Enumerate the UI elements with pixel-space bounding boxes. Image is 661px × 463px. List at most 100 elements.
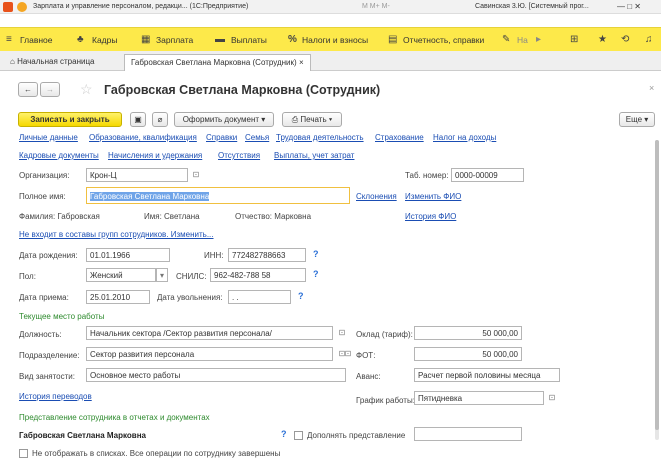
make-document-label: Оформить документ xyxy=(182,115,260,124)
current-job-header: Текущее место работы xyxy=(19,312,105,321)
nav-link-education[interactable]: Образование, квалификация xyxy=(89,133,197,142)
percent-icon: % xyxy=(288,34,297,45)
tab-number-input[interactable]: 0000-00009 xyxy=(451,168,524,182)
tab-employee[interactable]: Габровская Светлана Марковна (Сотрудник)… xyxy=(124,54,311,71)
menu-item-hr[interactable]: Кадры xyxy=(92,35,117,45)
current-user: Савинская 3.Ю. [Системный прог... xyxy=(475,3,589,10)
report-icon: ▤ xyxy=(388,34,398,45)
nav-link-family[interactable]: Семья xyxy=(245,133,269,142)
advance-input[interactable]: Расчет первой половины месяца xyxy=(414,368,560,382)
presentation-help-icon[interactable]: ? xyxy=(281,429,287,439)
inn-input[interactable]: 772482788663 xyxy=(228,248,306,262)
print-icon: ⎙ xyxy=(291,115,299,124)
print-button[interactable]: ⎙ Печать ▾ xyxy=(282,112,342,127)
transfers-history-link[interactable]: История переводов xyxy=(19,392,92,401)
more-button[interactable]: Еще ▾ xyxy=(619,112,655,127)
position-label: Должность: xyxy=(19,330,62,339)
gender-dropdown-icon[interactable]: ▾ xyxy=(156,268,168,282)
employment-type-input[interactable]: Основное место работы xyxy=(86,368,346,382)
nav-link-hr-docs[interactable]: Кадровые документы xyxy=(19,151,99,160)
make-document-button[interactable]: Оформить документ ▾ xyxy=(174,112,274,127)
window-controls[interactable]: — □ ✕ xyxy=(617,2,641,11)
dismissal-date-input[interactable]: . . xyxy=(228,290,291,304)
chevron-right-icon[interactable]: ▸ xyxy=(536,34,541,45)
menu-item-main[interactable]: Главное xyxy=(20,35,52,45)
declension-link[interactable]: Склонения xyxy=(356,192,397,201)
back-button[interactable]: ← xyxy=(18,82,38,97)
nav-link-income-tax[interactable]: Налог на доходы xyxy=(433,133,496,142)
wrench-icon: ✎ xyxy=(502,34,511,45)
forward-button[interactable]: → xyxy=(40,82,60,97)
money-icon: ▬ xyxy=(215,34,225,45)
schedule-open-icon[interactable]: ⊡ xyxy=(546,391,558,405)
print-label: Печать xyxy=(300,115,327,124)
salary-input[interactable]: 50 000,00 xyxy=(414,326,522,340)
dismissal-help-icon[interactable]: ? xyxy=(298,291,304,301)
menu-item-reports[interactable]: Отчетность, справки xyxy=(403,35,484,45)
app-logo-icon xyxy=(3,2,13,12)
tab-number-label: Таб. номер: xyxy=(405,171,449,180)
menu-item-salary[interactable]: Зарплата xyxy=(156,35,193,45)
dropdown-menu-icon[interactable] xyxy=(17,2,27,12)
toolbar-memory-buttons[interactable]: M M+ M- xyxy=(362,3,390,10)
name-text: Имя: Светлана xyxy=(144,212,200,221)
org-open-icon[interactable]: ⊡ xyxy=(190,168,202,182)
vertical-scrollbar[interactable] xyxy=(655,140,659,440)
inn-label: ИНН: xyxy=(204,251,224,260)
birth-date-input[interactable]: 01.01.1966 xyxy=(86,248,170,262)
attach-icon-button[interactable]: ⌀ xyxy=(152,112,168,127)
hire-date-label: Дата приема: xyxy=(19,293,69,302)
fullname-input[interactable]: Габровская Светлана Марковна xyxy=(86,187,350,204)
form-close-icon[interactable]: × xyxy=(649,83,654,93)
nav-link-certificates[interactable]: Справки xyxy=(206,133,237,142)
department-label: Подразделение: xyxy=(19,351,80,360)
menu-item-payments[interactable]: Выплаты xyxy=(231,35,267,45)
groups-link[interactable]: Не входит в составы групп сотрудников. И… xyxy=(19,230,214,239)
schedule-input[interactable]: Пятидневка xyxy=(414,391,544,405)
supplement-checkbox[interactable] xyxy=(294,431,303,440)
nav-link-insurance[interactable]: Страхование xyxy=(375,133,424,142)
close-icon[interactable]: × xyxy=(299,58,304,67)
position-open-icon[interactable]: ⊡ xyxy=(336,326,348,340)
snils-input[interactable]: 962-482-788 58 xyxy=(210,268,306,282)
fio-history-link[interactable]: История ФИО xyxy=(405,212,456,221)
nav-link-absences[interactable]: Отсутствия xyxy=(218,151,260,160)
fot-label: ФОТ: xyxy=(356,351,376,360)
nav-link-accruals[interactable]: Начисления и удержания xyxy=(108,151,202,160)
tab-home[interactable]: ⌂ Начальная страница xyxy=(4,54,100,71)
fullname-selected-text: Габровская Светлана Марковна xyxy=(90,192,210,201)
menu-item-settings[interactable]: На xyxy=(517,35,528,45)
save-icon-button[interactable]: ▣ xyxy=(130,112,146,127)
fot-open-icon[interactable]: ⊡ xyxy=(342,347,354,361)
inn-help-icon[interactable]: ? xyxy=(313,249,319,259)
supplement-input[interactable] xyxy=(414,427,522,441)
history-icon[interactable]: ⟲ xyxy=(621,34,629,45)
department-input[interactable]: Сектор развития персонала xyxy=(86,347,333,361)
change-fio-link[interactable]: Изменить ФИО xyxy=(405,192,461,201)
nav-link-payments[interactable]: Выплаты, учет затрат xyxy=(274,151,354,160)
patronymic-text: Отчество: Марковна xyxy=(235,212,312,221)
star-icon[interactable]: ★ xyxy=(598,34,607,45)
nav-link-personal[interactable]: Личные данные xyxy=(19,133,78,142)
nav-link-work-activity[interactable]: Трудовая деятельность xyxy=(276,133,364,142)
org-input[interactable]: Крон-Ц xyxy=(86,168,188,182)
position-input[interactable]: Начальник сектора /Сектор развития персо… xyxy=(86,326,333,340)
tab-bar: ⌂ Начальная страница Габровская Светлана… xyxy=(0,51,661,71)
gender-select[interactable]: Женский xyxy=(86,268,156,282)
hide-in-lists-checkbox[interactable] xyxy=(19,449,28,458)
calculator-icon: ▦ xyxy=(141,34,151,45)
fot-input[interactable]: 50 000,00 xyxy=(414,347,522,361)
supplement-label: Дополнять представление xyxy=(307,431,406,440)
menu-item-taxes[interactable]: Налоги и взносы xyxy=(302,35,368,45)
surname-text: Фамилия: Габровская xyxy=(19,212,100,221)
bell-icon[interactable]: ♫ xyxy=(645,34,653,45)
people-icon: ♣ xyxy=(77,34,84,45)
hide-in-lists-label: Не отображать в списках. Все операции по… xyxy=(32,449,281,458)
favorite-star-icon[interactable]: ☆ xyxy=(80,81,93,98)
scrollbar-thumb[interactable] xyxy=(655,140,659,430)
hire-date-input[interactable]: 25.01.2010 xyxy=(86,290,150,304)
schedule-label: График работы: xyxy=(356,396,415,405)
snils-help-icon[interactable]: ? xyxy=(313,269,319,279)
save-close-button[interactable]: Записать и закрыть xyxy=(18,112,122,127)
grid-icon[interactable]: ⊞ xyxy=(570,34,578,45)
